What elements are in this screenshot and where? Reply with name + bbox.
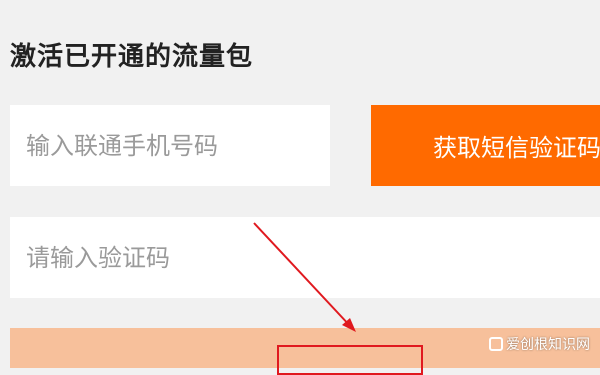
watermark-text: 爱创根知识网 <box>506 337 590 353</box>
verification-code-input[interactable] <box>10 217 600 298</box>
phone-number-input[interactable] <box>10 105 330 186</box>
get-sms-code-button[interactable]: 获取短信验证码 <box>371 105 600 186</box>
watermark: 爱创根知识网 <box>489 334 590 354</box>
watermark-logo-icon <box>489 337 503 351</box>
page-title: 激活已开通的流量包 <box>10 42 254 72</box>
